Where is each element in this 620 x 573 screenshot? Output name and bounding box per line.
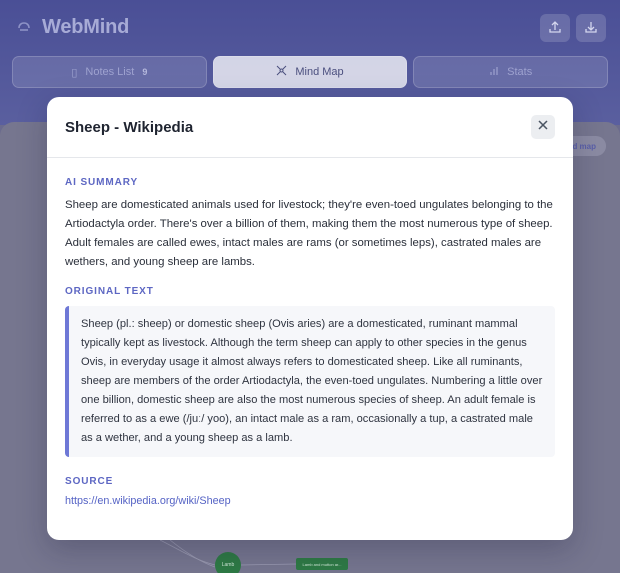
mind-map-node-note[interactable]: Lamb and mutton ar...	[296, 558, 348, 570]
modal-header: Sheep - Wikipedia	[47, 97, 573, 158]
notes-icon: ▯	[71, 66, 78, 79]
tab-bar: ▯ Notes List 9 Mind Map Stats	[12, 56, 609, 88]
tab-label: Notes List	[85, 66, 135, 78]
original-text-quote: Sheep (pl.: sheep) or domestic sheep (Ov…	[65, 306, 555, 457]
upload-icon	[548, 20, 562, 37]
original-text-heading: ORIGINAL TEXT	[65, 286, 154, 297]
tab-label: Mind Map	[295, 66, 344, 78]
brain-icon	[16, 20, 32, 36]
note-detail-modal: Sheep - Wikipedia AI SUMMARY Sheep are d…	[47, 97, 573, 540]
tab-notes-list[interactable]: ▯ Notes List 9	[12, 56, 207, 88]
ai-summary-heading: AI SUMMARY	[65, 177, 139, 188]
brand: WebMind	[16, 16, 129, 39]
modal-title: Sheep - Wikipedia	[65, 118, 194, 136]
source-heading: SOURCE	[65, 476, 114, 487]
mind-map-icon	[276, 65, 287, 79]
ai-summary-text: Sheep are domesticated animals used for …	[65, 199, 553, 268]
close-button[interactable]	[531, 115, 555, 139]
tab-mind-map[interactable]: Mind Map	[212, 56, 408, 88]
app-title: WebMind	[42, 16, 130, 38]
download-button[interactable]	[576, 14, 606, 42]
download-icon	[584, 20, 598, 37]
notes-count-badge: 9	[142, 67, 148, 77]
upload-button[interactable]	[540, 14, 570, 42]
tab-stats[interactable]: Stats	[413, 56, 609, 88]
mind-map-node-lamb[interactable]: Lamb	[215, 552, 241, 573]
source-link[interactable]: https://en.wikipedia.org/wiki/Sheep	[65, 495, 555, 507]
modal-body: AI SUMMARY Sheep are domesticated animal…	[47, 177, 573, 507]
bar-chart-icon	[489, 66, 499, 79]
tab-label: Stats	[507, 66, 533, 78]
close-icon	[537, 118, 549, 136]
